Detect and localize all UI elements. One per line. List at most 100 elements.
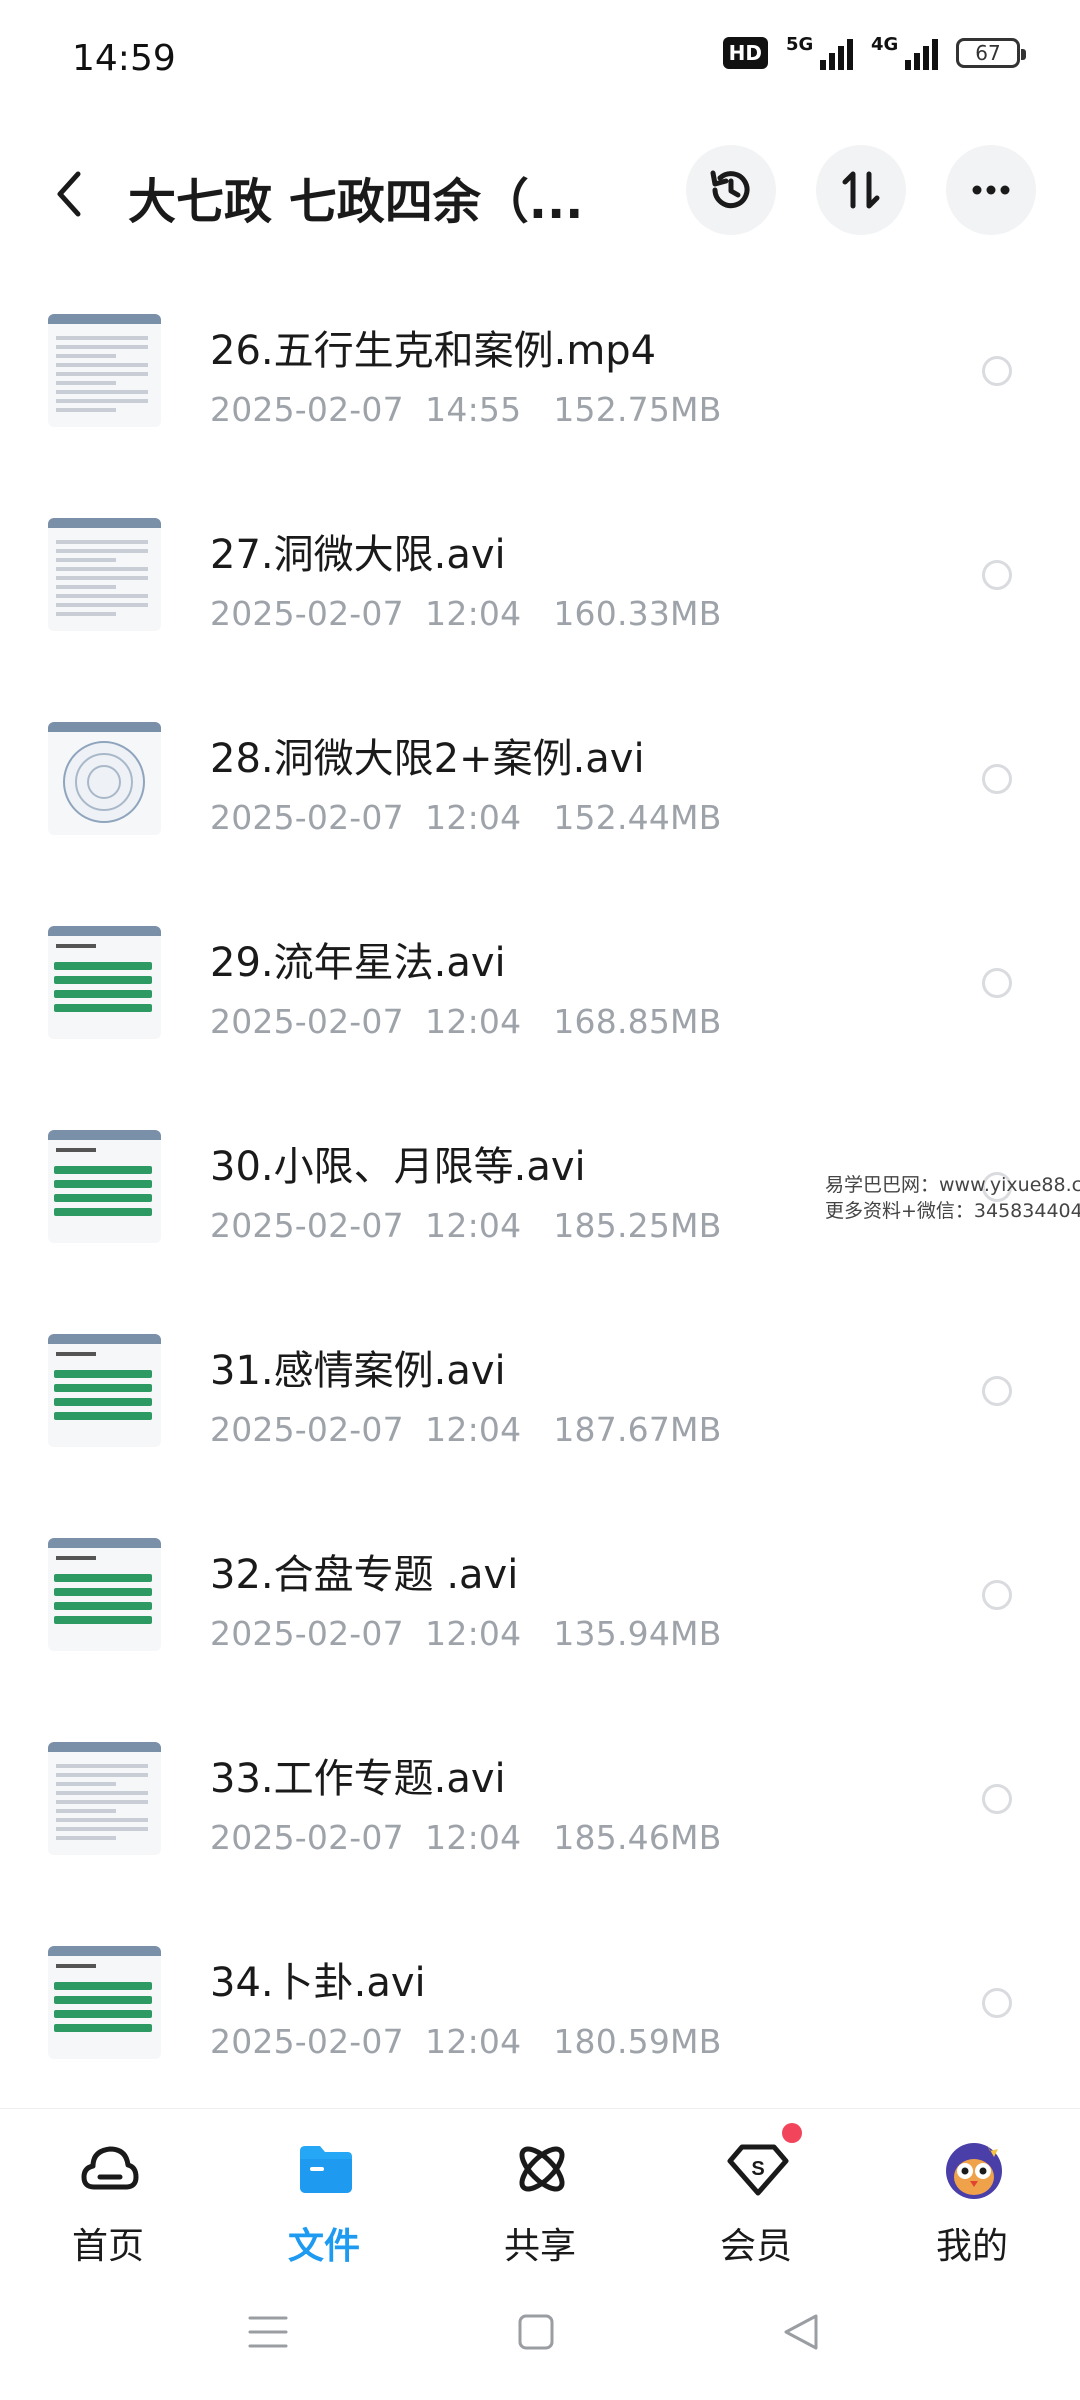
file-meta: 2025-02-07 12:04 160.33MB (210, 594, 722, 633)
tab-vip-label: 会员 (719, 2226, 792, 2267)
file-time: 14:55 (425, 390, 522, 429)
file-time: 12:04 (425, 1002, 522, 1041)
battery-icon: 67 (956, 38, 1026, 68)
more-button[interactable] (946, 145, 1036, 235)
video-thumbnail (48, 1946, 161, 2059)
file-row[interactable]: 27.洞微大限.avi 2025-02-07 12:04 160.33MB (0, 504, 1080, 708)
file-name: 26.五行生克和案例.mp4 (210, 328, 657, 374)
more-icon (972, 185, 1010, 195)
file-size: 152.75MB (553, 390, 722, 429)
menu-icon[interactable] (248, 2312, 288, 2352)
history-icon (710, 170, 750, 209)
file-meta: 2025-02-07 14:55 152.75MB (210, 390, 722, 429)
file-time: 12:04 (425, 798, 522, 837)
tab-files[interactable]: 文件 (244, 2109, 404, 2289)
video-thumbnail (48, 1130, 161, 1243)
file-name: 28.洞微大限2+案例.avi (210, 736, 645, 782)
tab-home-label: 首页 (71, 2226, 144, 2267)
signal-5g-icon: 5G (786, 34, 853, 70)
file-name: 33.工作专题.avi (210, 1756, 506, 1802)
top-app-bar: 大七政 七政四余（... (0, 140, 1080, 250)
file-row[interactable]: 26.五行生克和案例.mp4 2025-02-07 14:55 152.75MB (0, 300, 1080, 504)
status-bar: 14:59 HD 5G 4G 67 (0, 0, 1080, 120)
folder-icon (300, 2146, 352, 2193)
file-time: 12:04 (425, 1410, 522, 1449)
file-date: 2025-02-07 (210, 1614, 404, 1653)
file-date: 2025-02-07 (210, 798, 404, 837)
file-name: 31.感情案例.avi (210, 1348, 506, 1394)
file-name: 34.卜卦.avi (210, 1960, 426, 2006)
watermark-line-1: 易学巴巴网：www.yixue88.cn (825, 1174, 1080, 1196)
notification-dot (782, 2123, 802, 2143)
back-icon[interactable] (50, 168, 90, 220)
file-meta: 2025-02-07 12:04 185.25MB (210, 1206, 722, 1245)
file-row[interactable]: 28.洞微大限2+案例.avi 2025-02-07 12:04 152.44M… (0, 708, 1080, 912)
file-time: 12:04 (425, 1206, 522, 1245)
file-meta: 2025-02-07 12:04 185.46MB (210, 1818, 722, 1857)
video-thumbnail (48, 722, 161, 835)
tab-home[interactable]: 首页 (28, 2109, 188, 2289)
file-meta: 2025-02-07 12:04 135.94MB (210, 1614, 722, 1653)
home-square-icon[interactable] (518, 2314, 554, 2350)
file-meta: 2025-02-07 12:04 180.59MB (210, 2022, 722, 2061)
select-radio[interactable] (982, 968, 1012, 998)
share-atom-icon (519, 2146, 565, 2192)
file-size: 160.33MB (553, 594, 722, 633)
select-radio[interactable] (982, 764, 1012, 794)
tab-mine[interactable]: 我的 (892, 2109, 1052, 2289)
file-row[interactable]: 32.合盘专题 .avi 2025-02-07 12:04 135.94MB (0, 1524, 1080, 1728)
select-radio[interactable] (982, 1784, 1012, 1814)
file-date: 2025-02-07 (210, 594, 404, 633)
video-thumbnail (48, 1742, 161, 1855)
file-size: 168.85MB (553, 1002, 722, 1041)
select-radio[interactable] (982, 1988, 1012, 2018)
status-icons: HD 5G 4G 67 (722, 34, 1026, 70)
select-radio[interactable] (982, 1580, 1012, 1610)
select-radio[interactable] (982, 356, 1012, 386)
file-row[interactable]: 33.工作专题.avi 2025-02-07 12:04 185.46MB (0, 1728, 1080, 1932)
file-size: 185.46MB (553, 1818, 722, 1857)
svg-text:S: S (751, 2158, 764, 2180)
file-name: 27.洞微大限.avi (210, 532, 506, 578)
video-thumbnail (48, 926, 161, 1039)
status-time: 14:59 (72, 38, 176, 79)
tab-mine-label: 我的 (935, 2226, 1008, 2267)
video-thumbnail (48, 314, 161, 427)
file-size: 135.94MB (553, 1614, 722, 1653)
cloud-home-icon (81, 2146, 139, 2190)
signal-4g-icon: 4G (871, 34, 938, 70)
hd-voice-icon: HD (722, 37, 768, 69)
file-size: 152.44MB (553, 798, 722, 837)
file-date: 2025-02-07 (210, 1206, 404, 1245)
file-size: 185.25MB (553, 1206, 722, 1245)
file-row[interactable]: 34.卜卦.avi 2025-02-07 12:04 180.59MB (0, 1932, 1080, 2136)
file-time: 12:04 (425, 1818, 522, 1857)
vip-diamond-icon: S (727, 2144, 789, 2196)
avatar-owl-icon (946, 2143, 1002, 2199)
select-radio[interactable] (982, 560, 1012, 590)
back-triangle-icon[interactable] (782, 2312, 820, 2352)
video-thumbnail (48, 1334, 161, 1447)
history-button[interactable] (686, 145, 776, 235)
file-time: 12:04 (425, 594, 522, 633)
file-date: 2025-02-07 (210, 1410, 404, 1449)
file-name: 30.小限、月限等.avi (210, 1144, 586, 1190)
video-thumbnail (48, 518, 161, 631)
file-size: 187.67MB (553, 1410, 722, 1449)
file-meta: 2025-02-07 12:04 187.67MB (210, 1410, 722, 1449)
file-row[interactable]: 31.感情案例.avi 2025-02-07 12:04 187.67MB (0, 1320, 1080, 1524)
video-thumbnail (48, 1538, 161, 1651)
sort-button[interactable] (816, 145, 906, 235)
file-name: 32.合盘专题 .avi (210, 1552, 519, 1598)
tab-files-label: 文件 (287, 2226, 360, 2267)
file-date: 2025-02-07 (210, 1002, 404, 1041)
tab-vip[interactable]: S 会员 (676, 2109, 836, 2289)
folder-title: 大七政 七政四余（... (128, 174, 584, 230)
file-date: 2025-02-07 (210, 2022, 404, 2061)
watermark: 易学巴巴网：www.yixue88.cn 更多资料+微信：3458344044 (825, 1172, 1080, 1224)
select-radio[interactable] (982, 1376, 1012, 1406)
file-row[interactable]: 29.流年星法.avi 2025-02-07 12:04 168.85MB (0, 912, 1080, 1116)
tab-share[interactable]: 共享 (460, 2109, 620, 2289)
tab-share-label: 共享 (503, 2226, 576, 2267)
system-navigation-bar (0, 2288, 1080, 2400)
